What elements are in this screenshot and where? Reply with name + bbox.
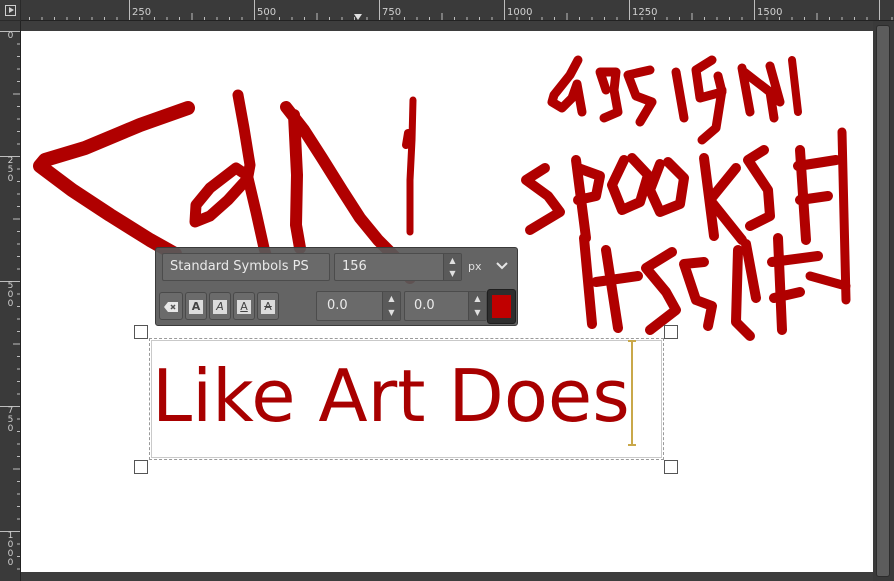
text-style-editor: Standard Symbols PS 156 ▲ ▼ px A A A A 0.… bbox=[155, 247, 518, 326]
resize-handle-top-right[interactable] bbox=[664, 325, 678, 339]
underline-icon: A bbox=[237, 300, 251, 314]
italic-icon: A bbox=[213, 300, 227, 314]
clear-style-icon bbox=[164, 302, 178, 312]
ruler-label-v250: 250 bbox=[7, 156, 14, 184]
ruler-label-v750: 750 bbox=[7, 406, 14, 434]
baseline-offset-value: 0.0 bbox=[327, 298, 348, 313]
resize-handle-bottom-left[interactable] bbox=[134, 460, 148, 474]
ruler-label-1250: 1250 bbox=[632, 7, 658, 18]
text-layer-content[interactable]: Like Art Does bbox=[152, 350, 630, 442]
font-size-spinner[interactable]: ▲ ▼ bbox=[443, 254, 461, 280]
kerning-spinner[interactable]: ▲ ▼ bbox=[468, 292, 486, 320]
vertical-scrollbar[interactable] bbox=[873, 21, 894, 581]
text-color-button[interactable] bbox=[487, 289, 516, 324]
baseline-offset-field[interactable]: 0.0 ▲ ▼ bbox=[316, 291, 401, 321]
ruler-label-1500: 1500 bbox=[757, 7, 783, 18]
ruler-label-750: 750 bbox=[382, 7, 402, 18]
chevron-up-icon[interactable]: ▲ bbox=[383, 292, 400, 306]
strikethrough-icon: A bbox=[261, 300, 275, 314]
font-size-value: 156 bbox=[342, 259, 367, 274]
chevron-down-icon[interactable]: ▼ bbox=[444, 267, 461, 280]
ruler-label-v1000: 1000 bbox=[7, 531, 14, 568]
ruler-label-v500: 500 bbox=[7, 281, 14, 309]
chevron-up-icon[interactable]: ▲ bbox=[469, 292, 486, 306]
ruler-corner-button[interactable] bbox=[0, 0, 21, 21]
underline-button[interactable]: A bbox=[233, 292, 255, 320]
ruler-pointer-marker bbox=[354, 14, 362, 20]
vertical-ruler[interactable]: 0 250 500 750 1000 bbox=[0, 21, 21, 581]
navigation-icon bbox=[5, 5, 16, 16]
resize-handle-top-left[interactable] bbox=[134, 325, 148, 339]
chevron-up-icon[interactable]: ▲ bbox=[444, 254, 461, 267]
font-size-field[interactable]: 156 ▲ ▼ bbox=[334, 253, 462, 281]
ruler-label-250: 250 bbox=[132, 7, 152, 18]
chevron-down-icon[interactable]: ▼ bbox=[469, 306, 486, 320]
ruler-label-500: 500 bbox=[257, 7, 277, 18]
unit-selector[interactable]: px bbox=[465, 253, 515, 281]
strikethrough-button[interactable]: A bbox=[257, 292, 279, 320]
chevron-down-icon bbox=[496, 262, 508, 270]
resize-handle-bottom-right[interactable] bbox=[664, 460, 678, 474]
horizontal-ruler[interactable]: 250 500 750 1000 1250 1500 bbox=[21, 0, 894, 21]
unit-label: px bbox=[468, 260, 482, 273]
baseline-spinner[interactable]: ▲ ▼ bbox=[382, 292, 400, 320]
color-swatch-fill bbox=[492, 295, 511, 318]
font-name-value: Standard Symbols PS bbox=[170, 259, 309, 274]
text-cursor bbox=[628, 340, 636, 446]
italic-button[interactable]: A bbox=[209, 292, 231, 320]
bold-button[interactable]: A bbox=[185, 292, 207, 320]
kerning-field[interactable]: 0.0 ▲ ▼ bbox=[404, 291, 487, 321]
scrollbar-thumb[interactable] bbox=[876, 25, 890, 577]
font-name-field[interactable]: Standard Symbols PS bbox=[162, 253, 330, 281]
clear-style-button[interactable] bbox=[159, 292, 183, 320]
ruler-label-1000: 1000 bbox=[507, 7, 533, 18]
canvas-bottom-padding bbox=[21, 573, 873, 581]
ruler-label-v0: 0 bbox=[7, 31, 14, 41]
bold-icon: A bbox=[189, 300, 203, 314]
chevron-down-icon[interactable]: ▼ bbox=[383, 306, 400, 320]
kerning-value: 0.0 bbox=[414, 298, 435, 313]
